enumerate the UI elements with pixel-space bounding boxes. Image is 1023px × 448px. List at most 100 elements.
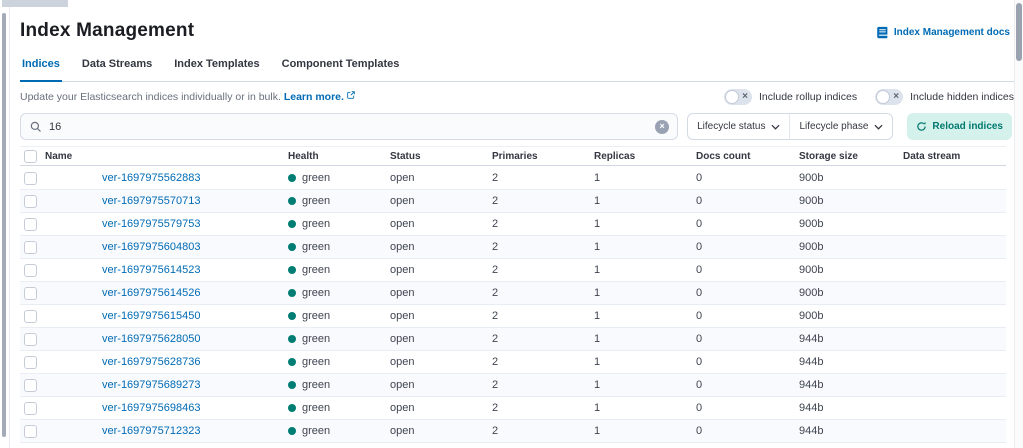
row-checkbox-cell — [20, 332, 45, 346]
health-cell: green — [288, 425, 390, 437]
docs-link[interactable]: Index Management docs — [876, 26, 1010, 39]
index-name-link[interactable]: ver-1697975570713 — [102, 195, 200, 207]
right-scrollbar-track[interactable] — [1014, 0, 1023, 448]
toggle-include-rollup[interactable]: × Include rollup indices — [724, 89, 857, 105]
row-checkbox-cell — [20, 401, 45, 415]
column-header-data-stream[interactable]: Data stream — [903, 151, 1006, 162]
tab-index-templates[interactable]: Index Templates — [172, 54, 261, 81]
table-row: ver-1697975614526 green open 2 1 0 900b — [20, 282, 1006, 305]
row-checkbox[interactable] — [24, 332, 37, 346]
learn-more-link[interactable]: Learn more. — [284, 91, 344, 103]
index-search-box[interactable]: × — [20, 113, 679, 140]
row-checkbox[interactable] — [24, 309, 37, 323]
right-scrollbar-thumb[interactable] — [1016, 3, 1022, 61]
index-name-link[interactable]: ver-1697975689273 — [102, 379, 200, 391]
window-top-edge-fragment — [2, 0, 68, 7]
health-value: green — [302, 218, 331, 230]
storage-size-value: 944b — [799, 402, 824, 414]
index-name-link[interactable]: ver-1697975712323 — [102, 425, 200, 437]
row-checkbox[interactable] — [24, 378, 37, 392]
hidden-switch[interactable]: × — [875, 89, 904, 105]
index-name-cell: ver-1697975698463 — [45, 402, 288, 414]
lifecycle-phase-select[interactable]: Lifecycle phase — [789, 114, 892, 139]
toggle-include-hidden[interactable]: × Include hidden indices — [875, 89, 1014, 105]
index-name-cell: ver-1697975614523 — [45, 264, 288, 276]
table-body: ver-1697975562883 green open 2 1 0 900b … — [20, 167, 1006, 448]
tab-indices[interactable]: Indices — [20, 54, 62, 82]
row-checkbox-cell — [20, 194, 45, 208]
row-checkbox[interactable] — [24, 355, 37, 369]
row-checkbox[interactable] — [24, 286, 37, 300]
index-name-cell: ver-1697975562883 — [45, 172, 288, 184]
index-name-link[interactable]: ver-1697975615450 — [102, 310, 200, 322]
primaries-value: 2 — [492, 264, 499, 276]
tab-data-streams[interactable]: Data Streams — [80, 54, 154, 81]
row-checkbox-cell — [20, 217, 45, 231]
left-scrollbar-track[interactable] — [0, 7, 10, 448]
index-name-cell: ver-1697975579753 — [45, 218, 288, 230]
row-checkbox[interactable] — [24, 171, 37, 185]
chevron-down-icon — [874, 124, 883, 130]
table-row: ver-1697975615450 green open 2 1 0 900b — [20, 305, 1006, 328]
index-name-cell: ver-1697975628050 — [45, 333, 288, 345]
index-toggles: × Include rollup indices × Include hidde… — [724, 89, 1014, 105]
health-cell: green — [288, 218, 390, 230]
row-checkbox[interactable] — [24, 424, 37, 438]
table-row: ver-1697975712323 green open 2 1 0 944b — [20, 420, 1006, 443]
index-name-link[interactable]: ver-1697975614526 — [102, 287, 200, 299]
lifecycle-status-select[interactable]: Lifecycle status — [688, 114, 789, 139]
index-name-link[interactable]: ver-1697975628736 — [102, 356, 200, 368]
row-checkbox-cell — [20, 263, 45, 277]
row-checkbox[interactable] — [24, 217, 37, 231]
health-cell: green — [288, 402, 390, 414]
column-header-replicas[interactable]: Replicas — [594, 151, 696, 162]
status-value: open — [390, 287, 415, 299]
health-dot-icon — [288, 381, 296, 389]
docs-count-value: 0 — [696, 333, 703, 345]
column-header-name[interactable]: Name — [45, 151, 288, 162]
index-name-link[interactable]: ver-1697975698463 — [102, 402, 200, 414]
clear-search-icon[interactable]: × — [655, 119, 670, 134]
primaries-value: 2 — [492, 379, 499, 391]
index-name-link[interactable]: ver-1697975604803 — [102, 241, 200, 253]
index-name-link[interactable]: ver-1697975562883 — [102, 172, 200, 184]
index-name-link[interactable]: ver-1697975614523 — [102, 264, 200, 276]
tab-component-templates[interactable]: Component Templates — [280, 54, 402, 81]
health-cell: green — [288, 264, 390, 276]
row-checkbox-cell — [20, 378, 45, 392]
table-row: ver-1697975628050 green open 2 1 0 944b — [20, 328, 1006, 351]
health-cell: green — [288, 287, 390, 299]
health-value: green — [302, 379, 331, 391]
switch-thumb — [876, 90, 891, 104]
page-description: Update your Elasticsearch indices indivi… — [20, 91, 355, 103]
column-header-primaries[interactable]: Primaries — [492, 151, 594, 162]
health-dot-icon — [288, 289, 296, 297]
primaries-value: 2 — [492, 310, 499, 322]
index-name-cell: ver-1697975712323 — [45, 425, 288, 437]
column-header-status[interactable]: Status — [390, 151, 492, 162]
health-cell: green — [288, 172, 390, 184]
reload-button-label: Reload indices — [932, 121, 1003, 132]
column-header-docs-count[interactable]: Docs count — [696, 151, 799, 162]
select-all-checkbox[interactable] — [24, 149, 37, 163]
health-value: green — [302, 425, 331, 437]
rollup-switch[interactable]: × — [724, 89, 753, 105]
row-checkbox[interactable] — [24, 240, 37, 254]
storage-size-value: 900b — [799, 310, 824, 322]
column-header-health[interactable]: Health — [288, 151, 390, 162]
index-name-link[interactable]: ver-1697975579753 — [102, 218, 200, 230]
search-input[interactable] — [49, 120, 656, 133]
health-dot-icon — [288, 220, 296, 228]
storage-size-value: 900b — [799, 218, 824, 230]
column-header-storage-size[interactable]: Storage size — [799, 151, 903, 162]
row-checkbox[interactable] — [24, 263, 37, 277]
page-title: Index Management — [20, 20, 195, 41]
status-value: open — [390, 333, 415, 345]
left-scrollbar-thumb[interactable] — [2, 13, 6, 437]
table-row: ver-1697975579753 green open 2 1 0 900b — [20, 213, 1006, 236]
row-checkbox[interactable] — [24, 401, 37, 415]
row-checkbox[interactable] — [24, 194, 37, 208]
index-name-link[interactable]: ver-1697975628050 — [102, 333, 200, 345]
reload-indices-button[interactable]: Reload indices — [907, 113, 1012, 140]
replicas-value: 1 — [594, 264, 601, 276]
